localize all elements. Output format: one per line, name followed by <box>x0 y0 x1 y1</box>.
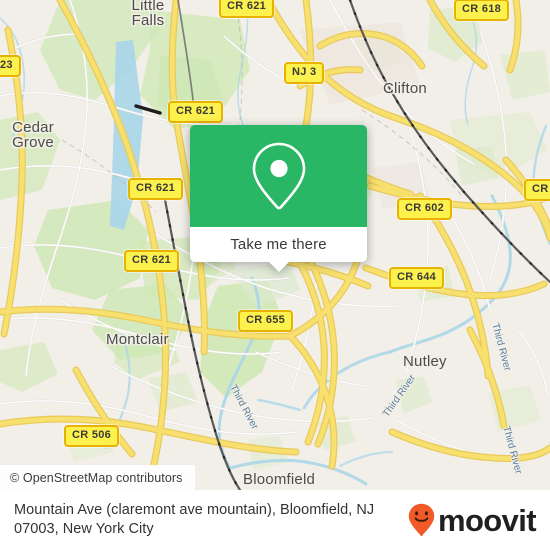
osm-attribution-text: © OpenStreetMap contributors <box>10 470 183 485</box>
poi-card-header <box>190 125 367 227</box>
moovit-wordmark: moovit <box>437 502 537 538</box>
poi-card-pointer-tail <box>267 261 290 272</box>
road-shield-cr-506[interactable]: CR 506 <box>64 425 120 447</box>
poi-callout-card[interactable]: Take me there <box>190 125 367 272</box>
road-shield-cr-621-left[interactable]: CR 621 <box>128 178 184 200</box>
map-pin-icon <box>252 142 305 210</box>
moovit-map-screenshot: .pk { fill:#cfe8b5; } .pk2{ fill:#dbead0… <box>0 0 550 550</box>
road-shield-cr-655[interactable]: CR 655 <box>238 310 294 332</box>
road-shield-cr-644[interactable]: CR 644 <box>389 267 445 289</box>
road-shield-cr-621-upper[interactable]: CR 621 <box>168 101 224 123</box>
road-shield-cr-608[interactable]: CR 608 <box>524 179 550 201</box>
take-me-there-label: Take me there <box>230 236 327 253</box>
road-shield-cr-621-top[interactable]: CR 621 <box>219 0 275 18</box>
poi-card-footer[interactable]: Take me there <box>190 227 367 262</box>
road-shield-23[interactable]: 23 <box>0 55 21 77</box>
footer-bar: Mountain Ave (claremont ave mountain), B… <box>0 490 550 550</box>
osm-attribution-bar[interactable]: © OpenStreetMap contributors <box>0 465 195 490</box>
moovit-brand-logo[interactable]: moovit <box>408 502 537 538</box>
moovit-pin-smiley-icon <box>408 503 435 537</box>
road-shield-cr-618[interactable]: CR 618 <box>454 0 510 21</box>
road-shield-nj-3[interactable]: NJ 3 <box>284 62 325 84</box>
map-canvas[interactable]: .pk { fill:#cfe8b5; } .pk2{ fill:#dbead0… <box>0 0 550 490</box>
road-shield-cr-602[interactable]: CR 602 <box>397 198 453 220</box>
location-title: Mountain Ave (claremont ave mountain), B… <box>14 502 375 537</box>
road-shield-cr-621-mid[interactable]: CR 621 <box>124 250 180 272</box>
